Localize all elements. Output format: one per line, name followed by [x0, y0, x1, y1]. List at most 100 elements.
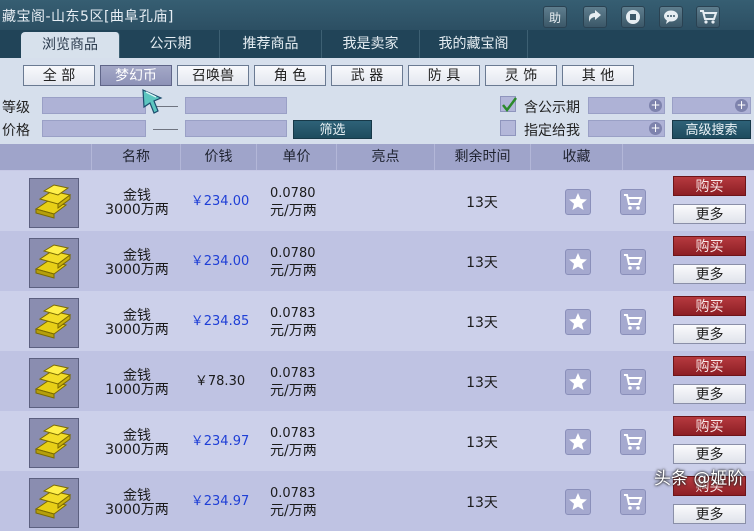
category-currency[interactable]: 梦幻币: [100, 65, 172, 86]
category-accessory[interactable]: 灵 饰: [485, 65, 557, 86]
cart-icon[interactable]: [696, 6, 720, 28]
price-range-dash: [153, 129, 178, 130]
window-title: 藏宝阁-山东5区[曲阜孔庙]: [2, 9, 174, 25]
category-other[interactable]: 其 他: [562, 65, 634, 86]
title-bar: 藏宝阁-山东5区[曲阜孔庙] 助: [0, 0, 754, 30]
item-price: ￥234.85: [190, 314, 250, 329]
more-button[interactable]: 更多: [673, 444, 746, 464]
category-all[interactable]: 全 部: [23, 65, 95, 86]
tab-bar: 浏览商品 公示期 推荐商品 我是卖家 我的藏宝阁 ⚲: [0, 30, 754, 84]
buy-button[interactable]: 购买: [673, 236, 746, 256]
table-row[interactable]: 金钱 3000万两 ￥234.97 0.0783 元/万两 13天 购买 更多: [0, 471, 754, 531]
table-row[interactable]: 金钱 1000万两 ￥78.30 0.0783 元/万两 13天 购买 更多: [0, 351, 754, 411]
column-header-highlight[interactable]: 亮点: [337, 144, 435, 170]
add-to-cart-icon[interactable]: [620, 429, 646, 455]
unit-price-suffix: 元/万两: [270, 443, 317, 459]
filter-panel: 全 部 梦幻币 召唤兽 角 色 武 器 防 具 灵 饰 其 他 等级 价格 筛选…: [0, 58, 754, 144]
add-to-cart-icon[interactable]: [620, 489, 646, 515]
category-weapon[interactable]: 武 器: [331, 65, 403, 86]
price-label: 价格: [2, 123, 30, 139]
category-character[interactable]: 角 色: [254, 65, 326, 86]
favorite-star-icon[interactable]: [565, 369, 591, 395]
level-min-input[interactable]: [42, 97, 146, 114]
add-to-cart-icon[interactable]: [620, 249, 646, 275]
add-to-cart-icon[interactable]: [620, 309, 646, 335]
add-to-cart-icon[interactable]: [620, 189, 646, 215]
more-button[interactable]: 更多: [673, 504, 746, 524]
favorite-star-icon[interactable]: [565, 189, 591, 215]
column-header-favorite[interactable]: 收藏: [531, 144, 623, 170]
table-row[interactable]: 金钱 3000万两 ￥234.97 0.0783 元/万两 13天 购买 更多: [0, 411, 754, 471]
advanced-search-button[interactable]: 高级搜索: [672, 120, 751, 139]
unit-price-suffix: 元/万两: [270, 503, 317, 519]
buy-button[interactable]: 购买: [673, 296, 746, 316]
assigned-input[interactable]: +: [588, 120, 665, 137]
remaining-time: 13天: [466, 435, 498, 451]
plus-icon[interactable]: +: [649, 122, 662, 135]
public-period-label: 含公示期: [524, 100, 580, 116]
unit-price-suffix: 元/万两: [270, 263, 317, 279]
column-header-unit[interactable]: 单价: [257, 144, 337, 170]
more-button[interactable]: 更多: [673, 264, 746, 284]
public-period-checkbox[interactable]: [500, 96, 517, 113]
plus-icon[interactable]: +: [735, 99, 748, 112]
unit-price-value: 0.0783: [270, 306, 316, 321]
unit-price-suffix: 元/万两: [270, 323, 317, 339]
table-row[interactable]: 金钱 3000万两 ￥234.00 0.0780 元/万两 13天 购买 更多: [0, 231, 754, 291]
favorite-star-icon[interactable]: [565, 309, 591, 335]
table-row[interactable]: 金钱 3000万两 ￥234.85 0.0783 元/万两 13天 购买 更多: [0, 291, 754, 351]
column-header-price[interactable]: 价钱: [181, 144, 257, 170]
assigned-checkbox[interactable]: [500, 120, 516, 136]
column-header-name[interactable]: 名称: [92, 144, 181, 170]
stop-icon[interactable]: [621, 6, 645, 28]
public-min-input[interactable]: +: [588, 97, 665, 114]
tab-public-period[interactable]: 公示期: [122, 30, 220, 58]
chat-icon[interactable]: [659, 6, 683, 28]
gold-ingot-icon: [29, 418, 79, 468]
remaining-time: 13天: [466, 195, 498, 211]
more-button[interactable]: 更多: [673, 204, 746, 224]
item-name: 金钱: [123, 308, 151, 324]
tab-my-treasure[interactable]: 我的藏宝阁: [420, 30, 528, 58]
plus-icon[interactable]: +: [649, 99, 662, 112]
unit-price-value: 0.0780: [270, 186, 316, 201]
category-armor[interactable]: 防 具: [408, 65, 480, 86]
favorite-star-icon[interactable]: [565, 429, 591, 455]
favorite-star-icon[interactable]: [565, 489, 591, 515]
item-name: 金钱: [123, 428, 151, 444]
gold-ingot-icon: [29, 358, 79, 408]
price-max-input[interactable]: [185, 120, 287, 137]
unit-price-suffix: 元/万两: [270, 203, 317, 219]
public-max-input[interactable]: +: [672, 97, 751, 114]
add-to-cart-icon[interactable]: [620, 369, 646, 395]
buy-button[interactable]: 购买: [673, 176, 746, 196]
more-button[interactable]: 更多: [673, 324, 746, 344]
table-row[interactable]: 金钱 3000万两 ￥234.00 0.0780 元/万两 13天 购买 更多: [0, 171, 754, 231]
unit-price-value: 0.0783: [270, 426, 316, 441]
help-button[interactable]: 助: [543, 6, 567, 28]
column-header-icon: [0, 144, 92, 170]
category-pet[interactable]: 召唤兽: [177, 65, 249, 86]
level-max-input[interactable]: [185, 97, 287, 114]
tab-seller[interactable]: 我是卖家: [322, 30, 420, 58]
item-amount: 3000万两: [105, 442, 169, 458]
item-name: 金钱: [123, 188, 151, 204]
remaining-time: 13天: [466, 375, 498, 391]
watermark: 头条 @姬阶: [654, 469, 745, 489]
column-header-time[interactable]: 剩余时间: [435, 144, 531, 170]
price-min-input[interactable]: [42, 120, 146, 137]
more-button[interactable]: 更多: [673, 384, 746, 404]
item-amount: 3000万两: [105, 262, 169, 278]
assigned-label: 指定给我: [524, 123, 580, 139]
tab-browse[interactable]: 浏览商品: [21, 32, 120, 58]
tab-recommended[interactable]: 推荐商品: [220, 30, 322, 58]
item-name: 金钱: [123, 488, 151, 504]
unit-price-suffix: 元/万两: [270, 383, 317, 399]
buy-button[interactable]: 购买: [673, 356, 746, 376]
buy-button[interactable]: 购买: [673, 416, 746, 436]
favorite-star-icon[interactable]: [565, 249, 591, 275]
unit-price-value: 0.0783: [270, 486, 316, 501]
share-icon[interactable]: [583, 6, 607, 28]
item-name: 金钱: [123, 248, 151, 264]
filter-button[interactable]: 筛选: [293, 120, 372, 139]
